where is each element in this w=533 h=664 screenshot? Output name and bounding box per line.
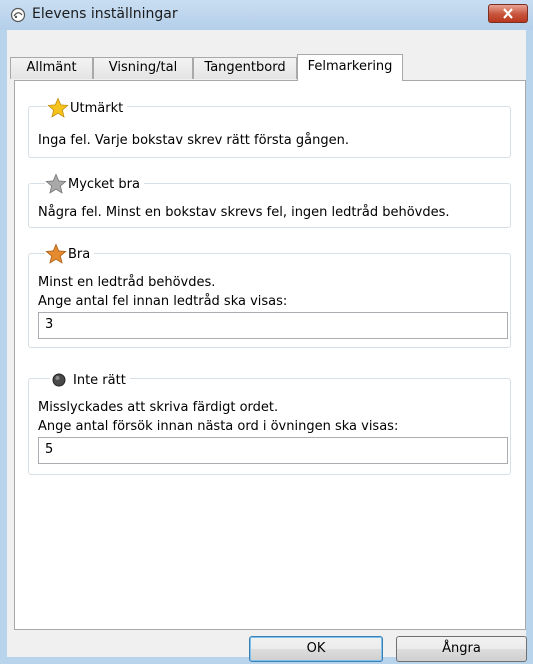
- tab-display-speech[interactable]: Visning/tal: [93, 57, 193, 79]
- bronze-star-icon: [45, 243, 67, 264]
- group-very-good-header: Mycket bra: [45, 173, 144, 195]
- error-marking-panel: [14, 80, 526, 630]
- window-title: Elevens inställningar: [32, 6, 178, 22]
- group-not-right-header: Inte rätt: [50, 369, 130, 391]
- app-icon: [10, 7, 26, 23]
- hint-errors-label: Ange antal fel innan ledtråd ska visas:: [38, 294, 288, 309]
- group-not-right-description: Misslyckades att skriva färdigt ordet.: [38, 400, 279, 415]
- silver-star-icon: [45, 173, 67, 194]
- gold-star-icon: [47, 97, 69, 118]
- tab-keyboard[interactable]: Tangentbord: [193, 57, 297, 79]
- cancel-button[interactable]: Ångra: [396, 636, 527, 662]
- close-icon: [503, 8, 513, 19]
- ok-button[interactable]: OK: [249, 636, 383, 662]
- group-excellent-title: Utmärkt: [70, 100, 124, 116]
- close-button[interactable]: [488, 4, 528, 23]
- group-excellent-description: Inga fel. Varje bokstav skrev rätt först…: [38, 133, 349, 148]
- group-good-title: Bra: [68, 246, 91, 262]
- hint-errors-input[interactable]: 3: [38, 312, 508, 339]
- tab-general[interactable]: Allmänt: [10, 57, 93, 79]
- group-not-right-title: Inte rätt: [73, 372, 126, 388]
- group-very-good-description: Några fel. Minst en bokstav skrevs fel, …: [38, 205, 450, 220]
- group-very-good-title: Mycket bra: [68, 176, 140, 192]
- attempts-input[interactable]: 5: [38, 437, 508, 464]
- group-good-header: Bra: [45, 243, 95, 265]
- group-excellent-header: Utmärkt: [47, 97, 128, 119]
- attempts-label: Ange antal försök innan nästa ord i övni…: [38, 419, 399, 434]
- group-good-description: Minst en ledtråd behövdes.: [38, 275, 216, 290]
- dialog-window: Elevens inställningar Allmänt Visning/ta…: [0, 0, 533, 664]
- grey-circle-icon: [52, 373, 66, 387]
- tab-error-marking[interactable]: Felmarkering: [297, 54, 403, 81]
- title-bar[interactable]: Elevens inställningar: [0, 0, 533, 30]
